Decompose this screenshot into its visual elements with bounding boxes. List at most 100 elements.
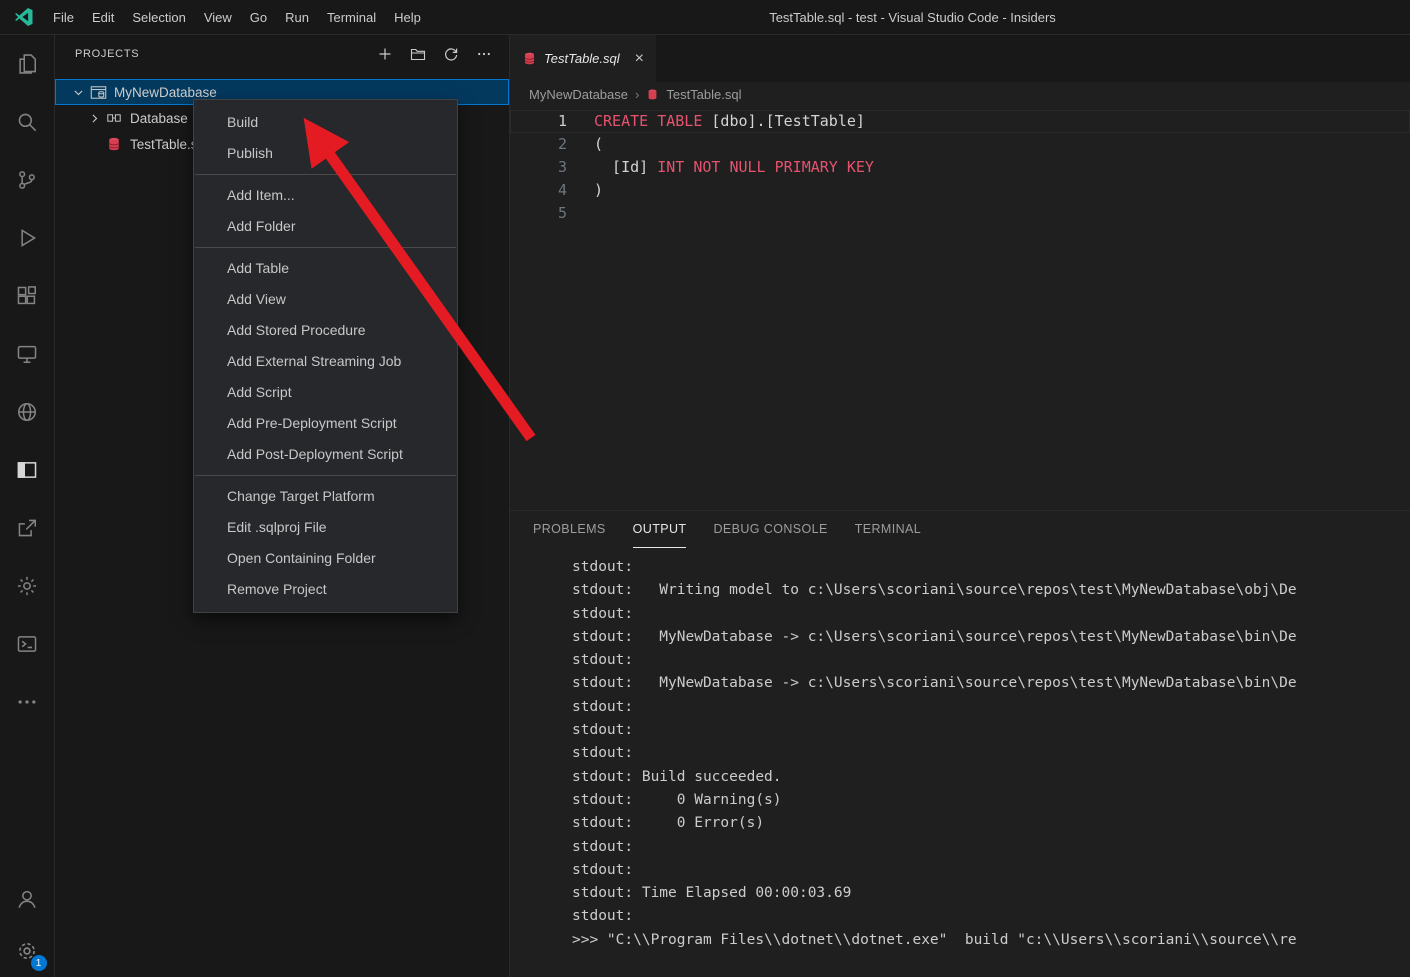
settings-button[interactable]: 1 bbox=[0, 925, 55, 977]
context-menu-separator bbox=[195, 174, 456, 175]
context-menu-item-remove-project[interactable]: Remove Project bbox=[194, 574, 457, 605]
context-menu-item-add-view[interactable]: Add View bbox=[194, 284, 457, 315]
context-menu-item-edit-sqlproj-file[interactable]: Edit .sqlproj File bbox=[194, 512, 457, 543]
ellipsis-icon bbox=[476, 46, 492, 62]
menu-selection[interactable]: Selection bbox=[123, 0, 194, 35]
tab-label: TestTable.sql bbox=[544, 51, 620, 66]
tree-item-label: Database bbox=[130, 111, 188, 126]
activity-item-extensions[interactable] bbox=[0, 267, 55, 325]
output-line: stdout: Writing model to c:\Users\scoria… bbox=[572, 579, 1410, 602]
context-menu-item-add-post-deployment-script[interactable]: Add Post-Deployment Script bbox=[194, 439, 457, 470]
close-tab-icon[interactable]: × bbox=[635, 51, 644, 67]
activity-bar-bottom: 1 bbox=[0, 873, 55, 977]
code-text: CREATE TABLE [dbo].[TestTable] bbox=[594, 110, 865, 133]
activity-item-gear-spokes[interactable] bbox=[0, 557, 55, 615]
context-menu-separator bbox=[195, 475, 456, 476]
context-menu-item-build[interactable]: Build bbox=[194, 107, 457, 138]
line-number: 4 bbox=[510, 179, 567, 202]
panel-tab-output[interactable]: OUTPUT bbox=[633, 511, 687, 548]
explorer-icon bbox=[16, 53, 38, 75]
run-and-debug-icon bbox=[16, 227, 38, 249]
output-line: stdout: MyNewDatabase -> c:\Users\scoria… bbox=[572, 672, 1410, 695]
refresh-button[interactable] bbox=[440, 43, 462, 65]
context-menu-item-add-external-streaming-job[interactable]: Add External Streaming Job bbox=[194, 346, 457, 377]
chevron-down-icon[interactable] bbox=[69, 86, 88, 99]
breadcrumb-project[interactable]: MyNewDatabase bbox=[529, 87, 628, 102]
output-line: stdout: bbox=[572, 649, 1410, 672]
context-menu-item-change-target-platform[interactable]: Change Target Platform bbox=[194, 481, 457, 512]
code-editor[interactable]: 1CREATE TABLE [dbo].[TestTable]2(3 [Id] … bbox=[510, 107, 1410, 510]
breadcrumb-file[interactable]: TestTable.sql bbox=[666, 87, 741, 102]
chevron-separator-icon: › bbox=[635, 87, 639, 102]
context-menu-separator bbox=[195, 247, 456, 248]
more-actions-button[interactable] bbox=[473, 43, 495, 65]
context-menu-item-publish[interactable]: Publish bbox=[194, 138, 457, 169]
context-menu-item-add-stored-procedure[interactable]: Add Stored Procedure bbox=[194, 315, 457, 346]
code-text: ( bbox=[594, 133, 603, 156]
context-menu-item-add-item[interactable]: Add Item... bbox=[194, 180, 457, 211]
sidebar-title: PROJECTS bbox=[75, 48, 139, 60]
chevron-right-icon[interactable] bbox=[85, 112, 104, 125]
output-line: stdout: bbox=[572, 556, 1410, 579]
code-line: 4) bbox=[510, 179, 1410, 202]
activity-item-console[interactable] bbox=[0, 615, 55, 673]
activity-item-explorer[interactable] bbox=[0, 35, 55, 93]
output-line: stdout: Time Elapsed 00:00:03.69 bbox=[572, 882, 1410, 905]
search-icon bbox=[16, 111, 38, 133]
panel-tab-debug-console[interactable]: DEBUG CONSOLE bbox=[713, 511, 827, 548]
code-line: 1 CREATE TABLE [dbo].[TestTable] bbox=[510, 110, 1410, 133]
globe-icon bbox=[16, 401, 38, 423]
activity-item-share[interactable] bbox=[0, 499, 55, 557]
menu-run[interactable]: Run bbox=[276, 0, 318, 35]
breadcrumb: MyNewDatabase › TestTable.sql bbox=[510, 82, 1410, 107]
extensions-icon bbox=[16, 285, 38, 307]
menu-edit[interactable]: Edit bbox=[83, 0, 123, 35]
context-menu-item-add-table[interactable]: Add Table bbox=[194, 253, 457, 284]
refresh-icon bbox=[443, 46, 459, 62]
line-number: 3 bbox=[510, 156, 567, 179]
bottom-panel: PROBLEMS OUTPUT DEBUG CONSOLE TERMINAL stdo… bbox=[510, 510, 1410, 977]
line-number: 2 bbox=[510, 133, 567, 156]
menubar: FileEditSelectionViewGoRunTerminalHelp bbox=[44, 0, 430, 35]
sql-file-database-icon bbox=[104, 136, 124, 152]
output-line: stdout: bbox=[572, 719, 1410, 742]
open-folder-icon bbox=[410, 46, 426, 62]
output-line: stdout: bbox=[572, 742, 1410, 765]
context-menu-item-add-folder[interactable]: Add Folder bbox=[194, 211, 457, 242]
activity-item-run-and-debug[interactable] bbox=[0, 209, 55, 267]
output-content[interactable]: stdout:stdout: Writing model to c:\Users… bbox=[510, 548, 1410, 977]
activity-item-more[interactable] bbox=[0, 673, 55, 731]
settings-badge: 1 bbox=[31, 955, 47, 971]
context-menu-item-add-script[interactable]: Add Script bbox=[194, 377, 457, 408]
output-line: stdout: 0 Warning(s) bbox=[572, 789, 1410, 812]
menu-go[interactable]: Go bbox=[241, 0, 276, 35]
open-project-button[interactable] bbox=[407, 43, 429, 65]
activity-item-source-control[interactable] bbox=[0, 151, 55, 209]
activity-item-database-projects[interactable] bbox=[0, 441, 55, 499]
sql-file-database-icon bbox=[646, 88, 659, 101]
activity-item-remote-explorer[interactable] bbox=[0, 325, 55, 383]
context-menu-item-add-pre-deployment-script[interactable]: Add Pre-Deployment Script bbox=[194, 408, 457, 439]
menu-view[interactable]: View bbox=[195, 0, 241, 35]
output-line: stdout: bbox=[572, 859, 1410, 882]
context-menu-item-open-containing-folder[interactable]: Open Containing Folder bbox=[194, 543, 457, 574]
account-button[interactable] bbox=[0, 873, 55, 925]
account-icon bbox=[16, 888, 38, 910]
code-line: 5 bbox=[510, 202, 1410, 225]
panel-tab-terminal[interactable]: TERMINAL bbox=[855, 511, 921, 548]
output-line: stdout: bbox=[572, 696, 1410, 719]
line-number: 1 bbox=[510, 110, 567, 133]
menu-help[interactable]: Help bbox=[385, 0, 430, 35]
vscode-insiders-logo-icon bbox=[12, 5, 36, 29]
editor-tab-testtable-sql[interactable]: TestTable.sql × bbox=[510, 35, 656, 82]
console-icon bbox=[16, 633, 38, 655]
panel-tab-problems[interactable]: PROBLEMS bbox=[533, 511, 606, 548]
activity-item-globe[interactable] bbox=[0, 383, 55, 441]
activity-item-search[interactable] bbox=[0, 93, 55, 151]
output-line: stdout: bbox=[572, 836, 1410, 859]
sql-file-database-icon bbox=[522, 51, 537, 66]
add-project-button[interactable] bbox=[374, 43, 396, 65]
tree-item-label: MyNewDatabase bbox=[114, 85, 217, 100]
menu-file[interactable]: File bbox=[44, 0, 83, 35]
menu-terminal[interactable]: Terminal bbox=[318, 0, 385, 35]
